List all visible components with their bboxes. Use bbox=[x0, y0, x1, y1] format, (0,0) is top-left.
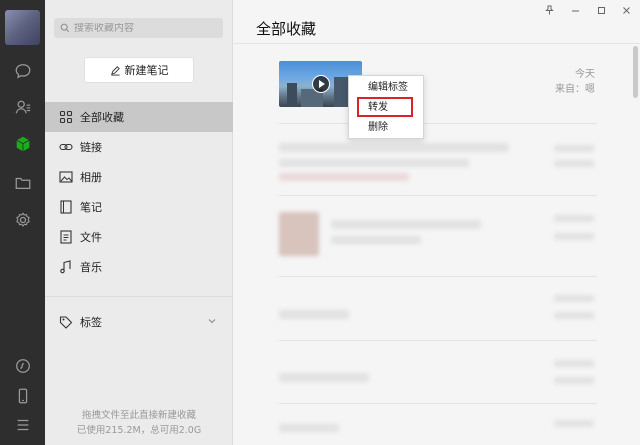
nav-label: 文件 bbox=[80, 231, 102, 244]
item-divider bbox=[279, 195, 597, 196]
phone-icon[interactable] bbox=[12, 385, 33, 406]
link-icon bbox=[59, 143, 73, 151]
nav-item-notes[interactable]: 笔记 bbox=[45, 192, 233, 222]
image-icon bbox=[59, 171, 73, 183]
search-input[interactable] bbox=[74, 22, 214, 34]
menu-item-delete[interactable]: 删除 bbox=[349, 118, 425, 138]
favorites-sidebar: 新建笔记 全部收藏 链接 相册 笔记 文件 音乐 标签 bbox=[45, 0, 233, 445]
search-box[interactable] bbox=[54, 18, 223, 38]
chat-icon[interactable] bbox=[12, 60, 33, 81]
favorites-cube-icon[interactable] bbox=[12, 133, 33, 154]
close-icon[interactable] bbox=[619, 4, 633, 16]
item-date: 今天 bbox=[575, 69, 595, 80]
nav-label: 链接 bbox=[80, 141, 102, 154]
new-note-button[interactable]: 新建笔记 bbox=[84, 57, 194, 83]
new-note-label: 新建笔记 bbox=[124, 64, 169, 77]
menu-item-edit-tags[interactable]: 编辑标签 bbox=[349, 78, 425, 98]
item-source: 来自：嗯 bbox=[555, 84, 595, 95]
menu-icon[interactable] bbox=[12, 414, 33, 435]
nav-item-links[interactable]: 链接 bbox=[45, 132, 233, 162]
grid-icon bbox=[59, 110, 73, 124]
main-panel: 全部收藏 今天 来自：嗯 编辑标签 转发 删除 bbox=[234, 0, 640, 445]
item-divider bbox=[279, 276, 597, 277]
nav-item-all-favorites[interactable]: 全部收藏 bbox=[45, 102, 233, 132]
item-divider bbox=[279, 403, 597, 404]
drag-hint: 拖拽文件至此直接新建收藏 bbox=[81, 410, 196, 421]
maximize-icon[interactable] bbox=[594, 4, 608, 16]
page-title: 全部收藏 bbox=[256, 20, 317, 38]
left-rail bbox=[0, 0, 45, 445]
file-icon bbox=[60, 230, 72, 244]
item-divider bbox=[279, 340, 597, 341]
music-icon bbox=[60, 260, 71, 274]
sidebar-divider bbox=[45, 296, 233, 297]
tag-icon bbox=[59, 316, 73, 329]
pin-icon[interactable] bbox=[542, 4, 556, 16]
forward-highlight-box bbox=[357, 97, 413, 117]
tags-section[interactable]: 标签 bbox=[45, 307, 233, 337]
nav-item-files[interactable]: 文件 bbox=[45, 222, 233, 252]
search-icon bbox=[60, 23, 70, 33]
scrollbar[interactable] bbox=[633, 46, 638, 98]
mini-program-icon[interactable] bbox=[12, 355, 33, 376]
chevron-down-icon[interactable] bbox=[207, 316, 217, 326]
avatar[interactable] bbox=[5, 10, 40, 45]
context-menu: 编辑标签 转发 删除 bbox=[348, 75, 424, 139]
nav-label: 音乐 bbox=[80, 261, 102, 274]
category-nav: 全部收藏 链接 相册 笔记 文件 音乐 bbox=[45, 102, 233, 282]
storage-usage: 已使用215.2M，总可用2.0G bbox=[76, 425, 202, 436]
play-icon bbox=[312, 75, 330, 93]
nav-label: 笔记 bbox=[80, 201, 102, 214]
gear-icon[interactable] bbox=[12, 209, 33, 230]
nav-item-album[interactable]: 相册 bbox=[45, 162, 233, 192]
folder-icon[interactable] bbox=[12, 172, 33, 193]
pen-icon bbox=[110, 65, 120, 76]
note-icon bbox=[60, 200, 72, 214]
nav-label: 全部收藏 bbox=[80, 111, 124, 124]
nav-label: 相册 bbox=[80, 171, 102, 184]
storage-footer: 拖拽文件至此直接新建收藏 已使用215.2M，总可用2.0G bbox=[45, 408, 233, 438]
nav-item-music[interactable]: 音乐 bbox=[45, 252, 233, 282]
tags-label: 标签 bbox=[80, 316, 102, 329]
main-header: 全部收藏 bbox=[234, 0, 640, 44]
item-divider bbox=[279, 123, 597, 124]
contacts-icon[interactable] bbox=[12, 96, 33, 117]
minimize-icon[interactable] bbox=[568, 4, 582, 16]
